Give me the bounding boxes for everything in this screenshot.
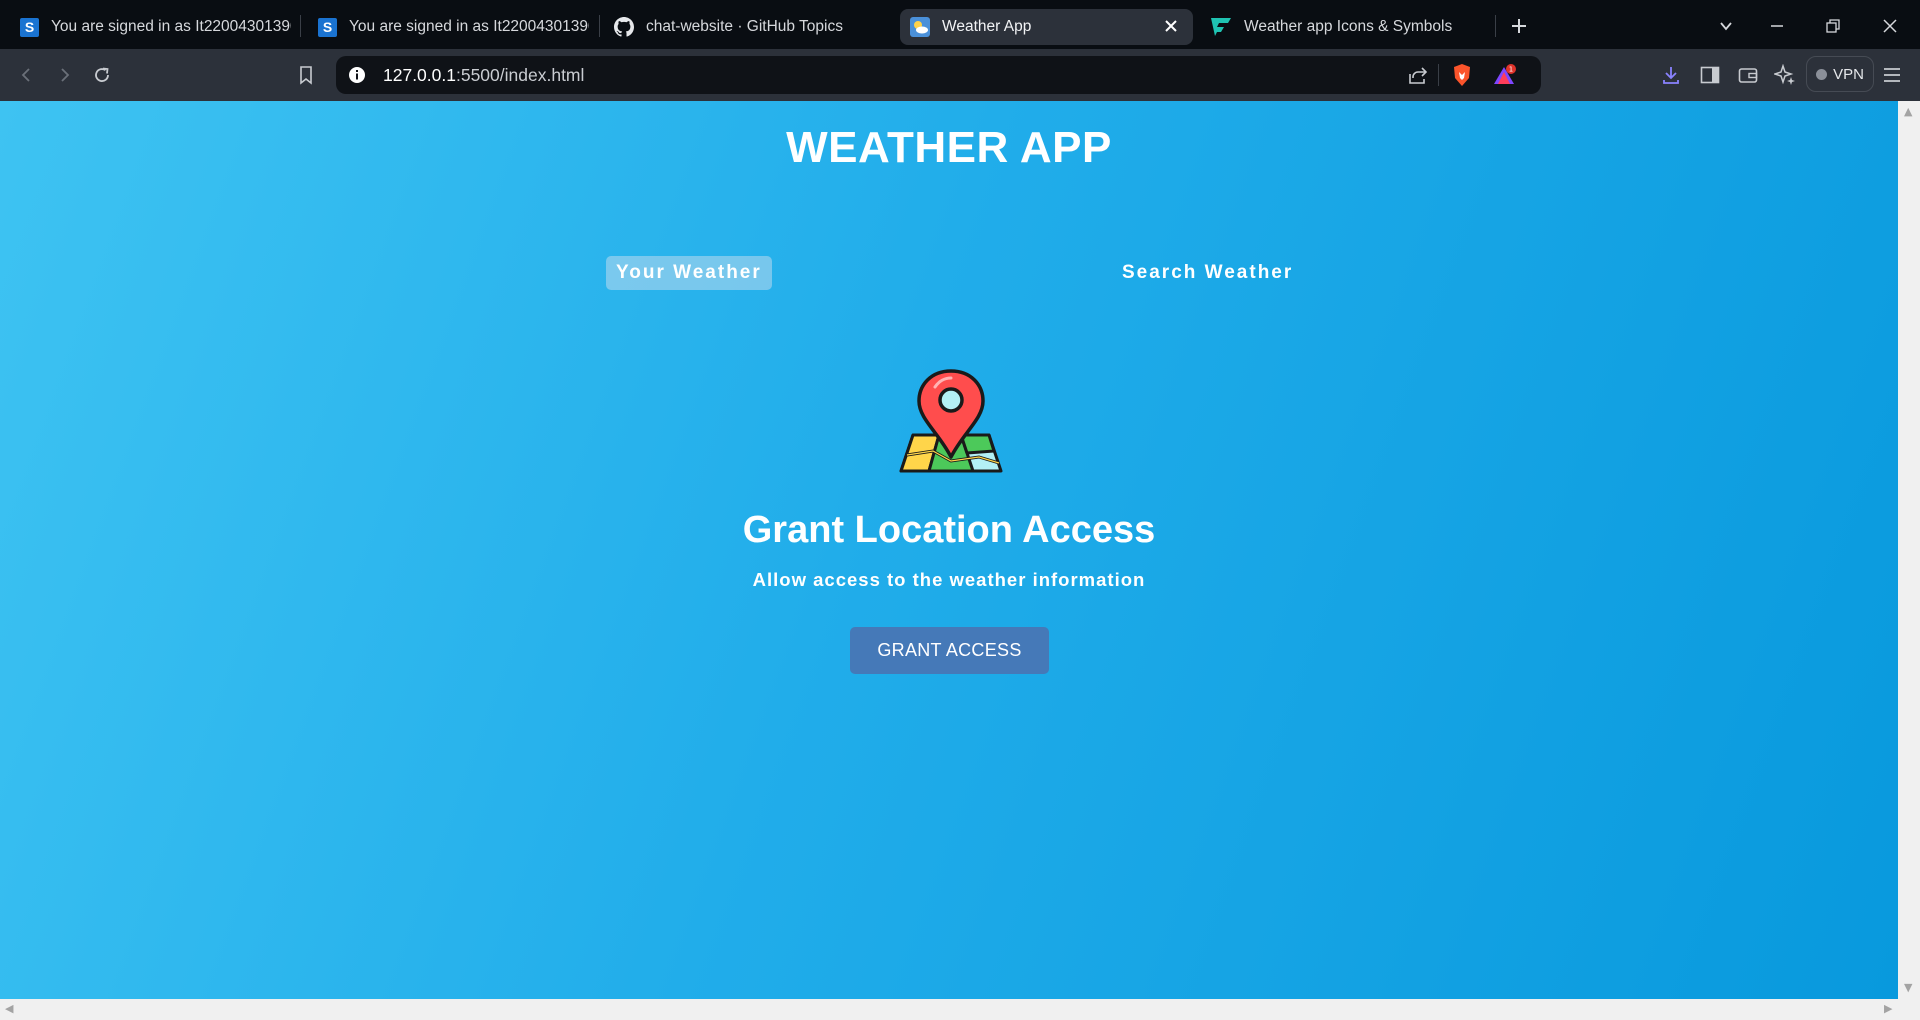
hamburger-menu-icon — [1884, 68, 1900, 82]
close-icon — [1883, 19, 1897, 33]
tab-divider — [599, 15, 600, 37]
chevron-down-icon — [1720, 22, 1732, 31]
tab-divider — [300, 15, 301, 37]
weather-icon — [910, 17, 930, 37]
sparkle-icon — [1774, 64, 1795, 85]
share-icon[interactable] — [1408, 65, 1428, 85]
vpn-button[interactable]: VPN — [1806, 56, 1874, 92]
restore-icon — [1826, 19, 1840, 33]
scroll-down-icon[interactable]: ▼ — [1904, 981, 1912, 994]
sidebar-button[interactable] — [1696, 61, 1724, 89]
scroll-up-icon[interactable]: ▲ — [1904, 105, 1912, 118]
minimize-button[interactable] — [1763, 12, 1791, 40]
tab-title: Weather App — [942, 18, 1032, 35]
s-logo-icon: S — [20, 17, 39, 37]
browser-tab[interactable]: S You are signed in as It2200430139060 — [308, 9, 598, 45]
forward-button[interactable] — [50, 61, 78, 89]
arrow-left-icon — [21, 68, 30, 82]
urlbar-divider — [1438, 64, 1439, 86]
tab-title: You are signed in as It2200430139060 — [349, 18, 589, 35]
download-icon — [1663, 67, 1679, 84]
brave-shield-icon[interactable] — [1452, 63, 1472, 87]
tab-title: You are signed in as It2200430139060 — [51, 18, 291, 35]
new-tab-button[interactable] — [1505, 12, 1533, 40]
s-logo-icon: S — [318, 17, 337, 37]
browser-tab-strip: S You are signed in as It2200430139060 S… — [0, 0, 1920, 49]
bookmark-button[interactable] — [292, 61, 320, 89]
tab-list-button[interactable] — [1712, 12, 1740, 40]
wallet-button[interactable] — [1734, 61, 1762, 89]
brave-rewards-icon[interactable]: 1 — [1493, 64, 1519, 88]
browser-tab[interactable]: S You are signed in as It2200430139060 — [10, 9, 300, 45]
tab-search-weather[interactable]: Search Weather — [1112, 256, 1303, 290]
leo-ai-button[interactable] — [1771, 61, 1799, 89]
downloads-button[interactable] — [1657, 61, 1685, 89]
scroll-left-icon[interactable]: ◀ — [5, 1002, 13, 1015]
url-host: 127.0.0.1 — [383, 65, 456, 85]
page-viewport: WEATHER APP Your Weather Search Weather … — [0, 101, 1898, 999]
tab-your-weather[interactable]: Your Weather — [606, 256, 772, 290]
grant-access-button[interactable]: GRANT ACCESS — [850, 627, 1049, 674]
minimize-icon — [1771, 25, 1783, 27]
sidebar-icon — [1700, 66, 1720, 84]
bookmark-icon — [300, 66, 312, 85]
plus-icon — [1512, 19, 1526, 33]
wallet-icon — [1738, 68, 1758, 83]
app-title: WEATHER APP — [786, 123, 1112, 172]
scroll-right-icon[interactable]: ▶ — [1884, 1002, 1892, 1015]
flaticon-icon — [1211, 18, 1231, 36]
alert-badge: 1 — [1509, 66, 1513, 74]
vpn-status-icon — [1816, 68, 1828, 80]
browser-tab[interactable]: Weather app Icons & Symbols — [1200, 9, 1490, 45]
tab-title: Weather app Icons & Symbols — [1244, 18, 1453, 35]
menu-button[interactable] — [1878, 61, 1906, 89]
url-path: :5500/index.html — [455, 65, 585, 85]
arrow-right-icon — [61, 68, 70, 82]
browser-toolbar: 127.0.0.1:5500/index.html 1 VPN — [0, 49, 1920, 101]
grant-heading: Grant Location Access — [742, 509, 1156, 551]
close-tab-icon[interactable] — [1161, 16, 1181, 36]
github-icon — [614, 17, 634, 37]
horizontal-scrollbar[interactable]: ◀ ▶ — [0, 999, 1920, 1020]
url-text[interactable]: 127.0.0.1:5500/index.html — [383, 65, 584, 86]
location-map-icon — [899, 369, 1003, 473]
reload-button[interactable] — [88, 61, 116, 89]
address-bar[interactable]: 127.0.0.1:5500/index.html 1 — [336, 56, 1541, 94]
tab-title: chat-website · GitHub Topics — [646, 18, 843, 35]
close-window-button[interactable] — [1876, 12, 1904, 40]
restore-button[interactable] — [1819, 12, 1847, 40]
vertical-scrollbar[interactable]: ▲ ▼ — [1898, 101, 1920, 999]
back-button[interactable] — [13, 61, 41, 89]
reload-icon — [95, 67, 109, 82]
grant-subtext: Allow access to the weather information — [752, 569, 1146, 590]
vpn-label: VPN — [1833, 65, 1864, 83]
browser-tab-active[interactable]: Weather App — [900, 9, 1193, 45]
info-icon[interactable] — [348, 66, 366, 84]
tab-divider — [1495, 15, 1496, 37]
browser-tab[interactable]: chat-website · GitHub Topics — [604, 9, 894, 45]
